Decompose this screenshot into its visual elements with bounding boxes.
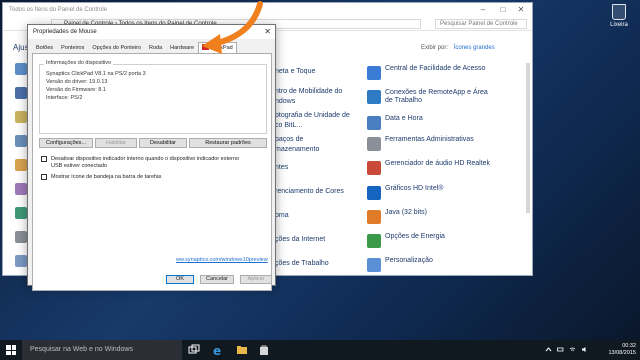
maximize-icon[interactable]: □ [494, 3, 512, 17]
disable-internal-checkbox[interactable] [41, 156, 47, 162]
view-by-label: Exibir por: [421, 45, 449, 51]
clock-date: 13/08/2015 [608, 350, 636, 356]
cp-item-internet-options[interactable]: ções da Internet [275, 234, 359, 256]
cp-item-java[interactable]: Java (32 bits) [367, 207, 517, 229]
sync-icon[interactable] [15, 255, 27, 267]
cp-item-color-management[interactable]: renciamento de Cores [275, 186, 359, 208]
intel-graphics-icon [367, 186, 381, 200]
tab-buttons[interactable]: Botões [32, 42, 57, 53]
interface: Interface: PS/2 [46, 95, 83, 101]
clickpad-tab-panel: Informações do dispositivo Synaptics Cli… [32, 53, 272, 291]
cp-item-personalization[interactable]: Personalização [367, 255, 517, 275]
firewall-icon[interactable] [15, 159, 27, 171]
network-icon[interactable] [15, 207, 27, 219]
personalization-icon [367, 258, 381, 272]
enable-button[interactable]: Habilitar [95, 138, 137, 148]
cancel-button[interactable]: Cancelar [200, 275, 234, 284]
clock-icon [367, 116, 381, 130]
disable-button[interactable]: Desabilitar [139, 138, 187, 148]
tray-icon-checkbox[interactable] [41, 174, 47, 180]
device-name: Synaptics ClickPad V8.1 na PS/2 porta 3 [46, 71, 146, 77]
store-icon[interactable] [258, 344, 270, 356]
start-button[interactable] [0, 340, 22, 360]
recycle-bin-icon [612, 4, 626, 20]
edge-icon[interactable]: e [212, 344, 224, 356]
apply-button[interactable]: Aplicar [240, 275, 272, 284]
control-panel-search-input[interactable]: Pesquisar Painel de Controle [435, 19, 527, 29]
battery-tray-icon[interactable] [557, 346, 564, 353]
view-by[interactable]: Exibir por: Ícones grandes [421, 45, 495, 51]
cp-item-date-time[interactable]: Data e Hora [367, 113, 517, 135]
cp-item-ease-of-access[interactable]: Central de Facilidade de Acesso [367, 63, 517, 85]
tab-wheel[interactable]: Roda [145, 42, 166, 53]
clock-time: 00:32 [622, 343, 636, 349]
cp-item-power-options[interactable]: Opções de Energia [367, 231, 517, 253]
display-icon[interactable] [15, 87, 27, 99]
svg-text:e: e [213, 344, 221, 356]
cp-item-pen-touch[interactable]: neta e Toque [275, 66, 359, 88]
dialog-title: Propriedades de Mouse [33, 29, 97, 35]
driver-version: Versão do driver: 19.0.13 [46, 79, 108, 85]
tab-pointers[interactable]: Ponteiros [57, 42, 88, 53]
annotation-arrow [202, 1, 263, 54]
admin-tools-icon [367, 137, 381, 151]
annotation-arrow-shaft [211, 1, 263, 47]
speaker-icon [367, 161, 381, 175]
volume-icon[interactable] [581, 346, 588, 353]
taskbar-search-input[interactable]: Pesquisar na Web e no Windows [22, 340, 182, 360]
tray-icon-label: Mostrar ícone de bandeja na barra de tar… [51, 174, 162, 180]
remoteapp-icon [367, 90, 381, 104]
speech-icon[interactable] [15, 231, 27, 243]
chevron-up-icon[interactable] [545, 346, 552, 353]
clock[interactable]: 00:32 13/08/2015 [608, 343, 636, 357]
view-by-dropdown[interactable]: Ícones grandes [454, 45, 495, 51]
cp-item-admin-tools[interactable]: Ferramentas Administrativas [367, 134, 517, 156]
scrollbar[interactable] [526, 63, 530, 213]
cp-item-remoteapp[interactable]: Conexões de RemoteApp e Área de Trabalho [367, 87, 517, 109]
mouse-icon[interactable] [15, 63, 27, 75]
cp-item-language[interactable]: oma [275, 210, 359, 232]
recycle-bin-label: Lixeira [610, 22, 628, 28]
disable-internal-label: Desativar dispositivo indicador interno … [51, 156, 240, 169]
control-panel-title: Todos os Itens do Painel de Controle [9, 7, 108, 13]
device-info-group-title: Informações do dispositivo [44, 60, 114, 66]
backup-icon[interactable] [15, 183, 27, 195]
annotation-arrow-head [202, 34, 222, 54]
close-icon[interactable]: ✕ [512, 3, 530, 17]
wifi-icon[interactable] [569, 346, 576, 353]
java-icon [367, 210, 381, 224]
tab-pointer-options[interactable]: Opções do Ponteiro [88, 42, 145, 53]
taskbar: Pesquisar na Web e no Windows e 00:32 13… [0, 340, 640, 360]
cp-item-intel-graphics[interactable]: Gráficos HD Intel® [367, 183, 517, 205]
cp-item-work-folders[interactable]: ções de Trabalho [275, 258, 359, 275]
restore-defaults-button[interactable]: Restaurar padrões [189, 138, 267, 148]
ok-button[interactable]: OK [166, 275, 194, 284]
windows-logo-icon [6, 345, 16, 355]
settings-button[interactable]: Configurações... [39, 138, 93, 148]
task-view-icon[interactable] [188, 344, 200, 356]
device-info-group: Informações do dispositivo Synaptics Cli… [39, 60, 267, 134]
folder-icon[interactable] [15, 111, 27, 123]
cp-item-fonts[interactable]: ntes [275, 162, 359, 184]
ease-of-access-icon [367, 66, 381, 80]
mouse-properties-dialog: Propriedades de Mouse ✕ Botões Ponteiros… [27, 24, 276, 291]
device-icon[interactable] [15, 135, 27, 147]
minimize-icon[interactable]: – [474, 3, 492, 17]
tab-hardware[interactable]: Hardware [166, 42, 198, 53]
cp-item-realtek-audio[interactable]: Gerenciador de áudio HD Realtek [367, 158, 517, 180]
synaptics-link[interactable]: ww.synaptics.com/windows10preview [176, 257, 268, 263]
firmware-version: Versão do Firmware: 8.1 [46, 87, 106, 93]
battery-icon [367, 234, 381, 248]
file-explorer-icon[interactable] [236, 344, 248, 356]
recycle-bin[interactable]: Lixeira [604, 4, 634, 28]
tray-icon-checkbox-row[interactable]: Mostrar ícone de bandeja na barra de tar… [41, 174, 241, 182]
disable-internal-checkbox-row[interactable]: Desativar dispositivo indicador interno … [41, 156, 241, 170]
